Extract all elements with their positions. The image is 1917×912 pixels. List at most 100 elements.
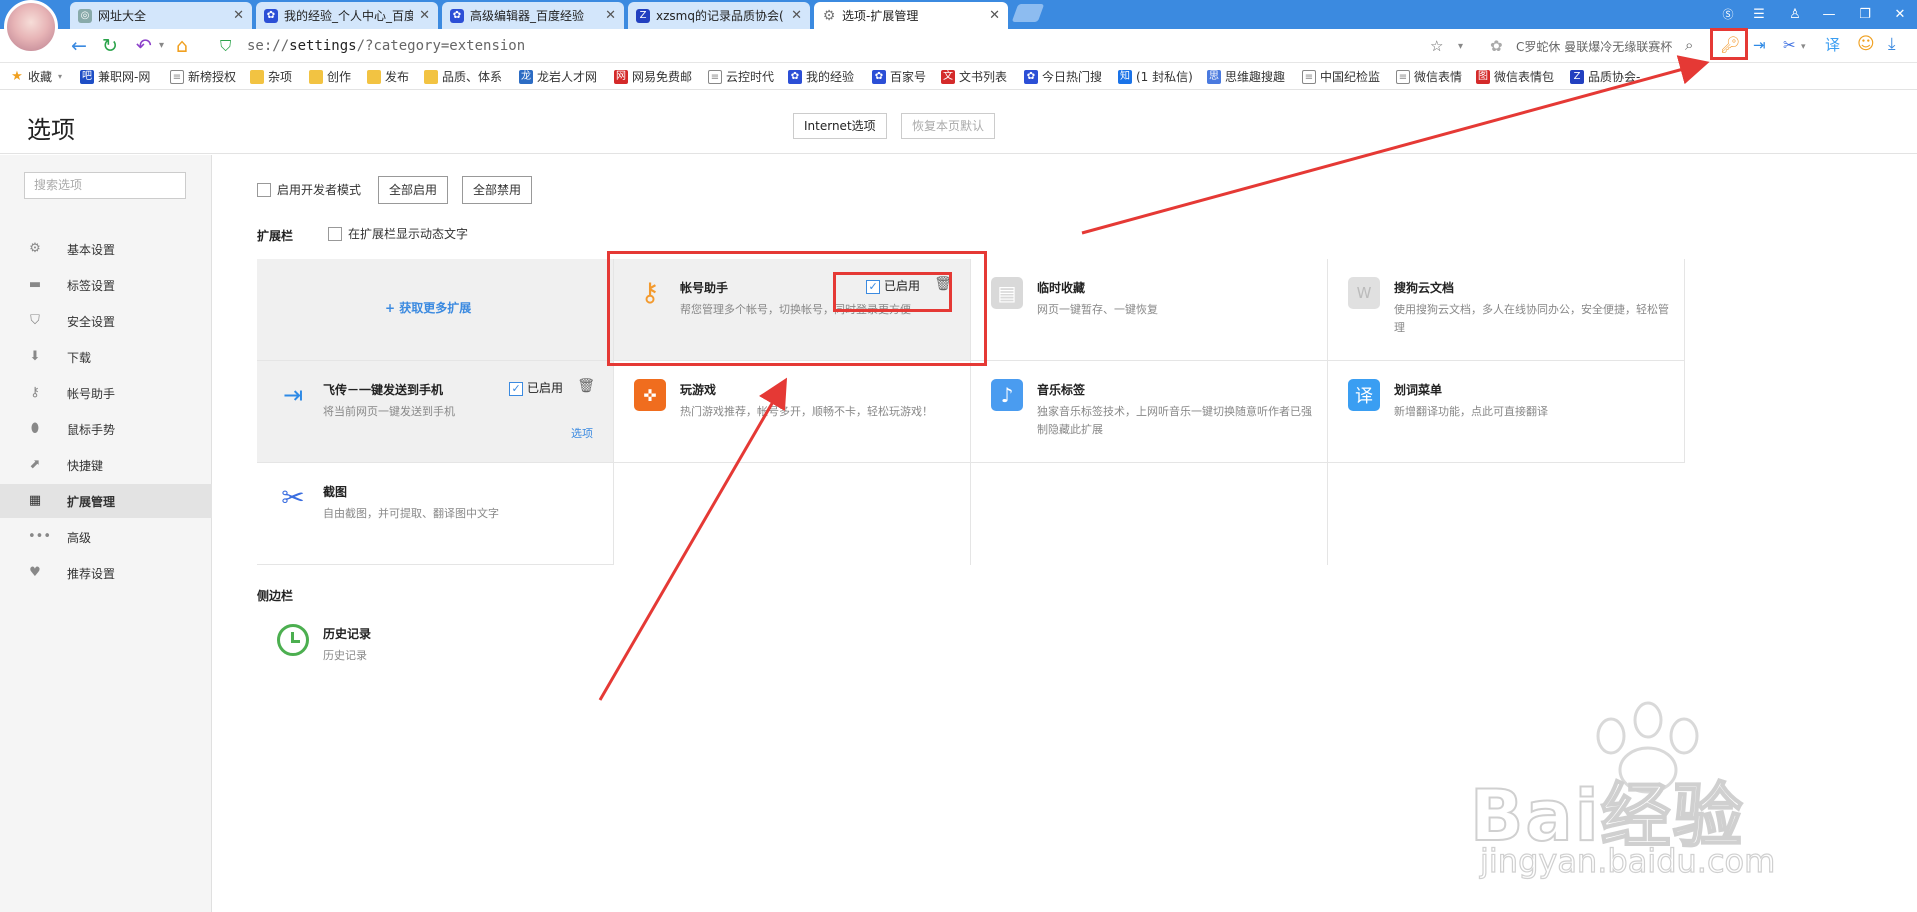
- extension-card-send-phone[interactable]: ⇥ 飞传－一键发送到手机 将当前网页一键发送到手机 ✓ 已启用 🗑︎ 选项: [257, 361, 614, 463]
- trash-icon[interactable]: 🗑︎: [577, 378, 595, 394]
- sidebar-item-mouse[interactable]: ⬮ 鼠标手势: [0, 412, 212, 446]
- bookmark-item[interactable]: Z 品质协会-: [1570, 68, 1640, 85]
- bookmark-item[interactable]: 吧兼职网-网: [80, 68, 150, 85]
- star-icon[interactable]: ☆: [1430, 36, 1443, 56]
- extension-desc: 新增翻译功能，点此可直接翻译: [1394, 405, 1548, 418]
- sidebar-item-extensions[interactable]: ▦ 扩展管理: [0, 484, 212, 518]
- close-icon[interactable]: ✕: [791, 8, 802, 23]
- bookmark-item[interactable]: 龙龙岩人才网: [519, 68, 597, 85]
- close-icon[interactable]: ✕: [233, 8, 244, 23]
- extension-card-game[interactable]: ✜ 玩游戏 热门游戏推荐，帐号多开，顺畅不卡，轻松玩游戏！: [614, 361, 971, 463]
- chevron-down-icon[interactable]: ▾: [1801, 37, 1806, 57]
- close-icon[interactable]: ✕: [419, 8, 430, 23]
- bookmark-item[interactable]: 杂项: [250, 68, 292, 85]
- bookmark-item[interactable]: ≡ 云控时代: [708, 68, 774, 85]
- avatar[interactable]: [4, 0, 58, 54]
- skin-s-icon[interactable]: Ⓢ: [1717, 3, 1739, 25]
- sidebar-item-account[interactable]: ⚷ 帐号助手: [0, 376, 212, 410]
- shirt-icon[interactable]: ♙: [1784, 3, 1806, 25]
- extension-name: 搜狗云文档: [1394, 281, 1455, 295]
- bookmark-item[interactable]: 发布: [367, 68, 409, 85]
- sidebar-item-basic[interactable]: ⚙ 基本设置: [0, 232, 212, 266]
- bookmark-item[interactable]: 品质、体系: [424, 68, 502, 85]
- bookmark-item[interactable]: 网网易免费邮: [614, 68, 692, 85]
- bookmark-item[interactable]: ≡ 微信表情: [1396, 68, 1462, 85]
- bookmark-item[interactable]: ≡ 新榜授权: [170, 68, 236, 85]
- checkbox[interactable]: [257, 182, 271, 197]
- download-icon[interactable]: ⤓: [1888, 34, 1896, 54]
- options-link[interactable]: 选项: [571, 425, 593, 441]
- bookmark-item[interactable]: ≡ 中国纪检监: [1302, 68, 1380, 85]
- extension-card-screenshot[interactable]: ✂ 截图 自由截图，并可提取、翻译图中文字: [257, 463, 614, 565]
- tab-gaojibianjiqi[interactable]: ✿ 高级编辑器_百度经验 ✕: [442, 2, 624, 29]
- home-icon[interactable]: ⌂: [176, 35, 188, 57]
- chevron-down-icon[interactable]: ▾: [159, 35, 164, 57]
- sidebar-item-download[interactable]: ⬇ 下载: [0, 340, 212, 374]
- key-icon: ⚷: [30, 385, 40, 400]
- shortcut-icon: ⬈: [29, 457, 41, 472]
- search-engine-icon[interactable]: ✿: [1490, 36, 1503, 56]
- close-icon[interactable]: ✕: [989, 8, 1000, 23]
- tab-wodejingyan[interactable]: ✿ 我的经验_个人中心_百度 ✕: [256, 2, 438, 29]
- back-icon[interactable]: ←: [71, 35, 87, 57]
- sidebar-item-shortcuts[interactable]: ⬈ 快捷键: [0, 448, 212, 482]
- tab-wangzhidaquan[interactable]: ◎ 网址大全 ✕: [70, 2, 252, 29]
- bookmark-item[interactable]: ★ 收藏 ▾: [10, 68, 62, 85]
- extension-name: 飞传－一键发送到手机: [323, 383, 444, 397]
- folder-icon: [424, 69, 438, 84]
- close-icon[interactable]: ✕: [605, 8, 616, 23]
- shield-icon: ⛉: [30, 313, 40, 328]
- bookmark-item[interactable]: 创作: [309, 68, 351, 85]
- sidebar-item-tabs[interactable]: ▬ 标签设置: [0, 268, 212, 302]
- get-more-card[interactable]: + 获取更多扩展: [257, 259, 614, 361]
- search-icon[interactable]: ⌕: [1685, 35, 1693, 55]
- extension-card-temp-bookmark[interactable]: ▤ 临时收藏 网页一键暂存、一键恢复: [971, 259, 1328, 361]
- extension-card-translate[interactable]: 译 划词菜单 新增翻译功能，点此可直接翻译: [1328, 361, 1685, 463]
- bookmark-item[interactable]: ✿ 今日热门搜: [1024, 68, 1102, 85]
- chevron-down-icon[interactable]: ▾: [1458, 37, 1463, 57]
- settings-sidebar: 搜索选项 ⚙ 基本设置 ▬ 标签设置 ⛉ 安全设置 ⬇ 下载 ⚷ 帐号助手 ⬮ 鼠标手势 ⬈…: [0, 155, 212, 912]
- tab-label: xzsmq的记录品质协会(: [656, 9, 784, 23]
- bookmark-item[interactable]: 文文书列表: [941, 68, 1007, 85]
- scissors-icon[interactable]: ✂: [1783, 35, 1796, 55]
- gear-icon: ⚙: [29, 241, 41, 256]
- enabled-toggle[interactable]: ✓ 已启用: [509, 379, 563, 396]
- translate-icon[interactable]: 译: [1825, 35, 1840, 55]
- bookmark-item[interactable]: ✿ 我的经验: [788, 68, 854, 85]
- search-input[interactable]: C罗蛇休 曼联爆冷无缘联赛杯: [1516, 38, 1676, 55]
- sidebar-item-security[interactable]: ⛉ 安全设置: [0, 304, 212, 338]
- close-window-icon[interactable]: ✕: [1889, 3, 1911, 25]
- extension-card-sogou-doc[interactable]: W 搜狗云文档 使用搜狗云文档，多人在线协同办公，安全便捷，轻松管理: [1328, 259, 1685, 361]
- smile-icon[interactable]: ☺: [1857, 34, 1875, 54]
- scissors-icon: ✂: [281, 480, 305, 514]
- restore-defaults-button[interactable]: 恢复本页默认: [901, 113, 996, 139]
- url-field[interactable]: se://settings/?category=extension: [247, 38, 525, 54]
- bookmark-item[interactable]: 图微信表情包: [1476, 68, 1554, 85]
- sidebar-item-recommended[interactable]: ♥ 推荐设置: [0, 556, 212, 590]
- mouse-icon: ⬮: [30, 421, 40, 436]
- disable-all-button[interactable]: 全部禁用: [462, 176, 533, 204]
- undo-icon[interactable]: ↶: [136, 35, 152, 57]
- get-more-link[interactable]: + 获取更多扩展: [385, 299, 471, 316]
- dev-mode-toggle[interactable]: 启用开发者模式: [257, 181, 361, 198]
- bookmark-item[interactable]: ✿ 百家号: [872, 68, 926, 85]
- send-phone-icon[interactable]: ⇥: [1753, 35, 1766, 55]
- internet-options-button[interactable]: Internet选项: [793, 113, 887, 139]
- refresh-icon[interactable]: ↻: [102, 35, 118, 57]
- new-tab-button[interactable]: [1011, 4, 1045, 22]
- bookmark-item[interactable]: 知 (1 封私信): [1118, 68, 1193, 85]
- extension-card-music[interactable]: ♪ 音乐标签 独家音乐标签技术，上网听音乐一键切换随意听作者已强制隐藏此扩展: [971, 361, 1328, 463]
- search-options-input[interactable]: 搜索选项: [24, 172, 186, 199]
- show-dynamic-toggle[interactable]: 在扩展栏显示动态文字: [328, 225, 468, 242]
- minimize-icon[interactable]: —: [1818, 3, 1840, 25]
- menu-icon[interactable]: ☰: [1748, 3, 1770, 25]
- enable-all-button[interactable]: 全部启用: [378, 176, 449, 204]
- address-bar: ← ↻ ↶ ▾ ⌂ ⛉ se://settings/?category=exte…: [0, 29, 1917, 63]
- restore-icon[interactable]: ❐: [1854, 3, 1876, 25]
- checkbox[interactable]: [328, 226, 342, 241]
- tab-extension-manager[interactable]: ⚙ 选项-扩展管理 ✕: [814, 2, 1008, 29]
- sidebar-extension-history[interactable]: 历史记录 历史记录: [257, 620, 614, 690]
- tab-xzsmq[interactable]: Zxzsmq的记录品质协会(✕: [628, 2, 810, 29]
- sidebar-item-advanced[interactable]: ••• 高级: [0, 520, 212, 554]
- bookmark-item[interactable]: 思思维趣搜趣: [1207, 68, 1285, 85]
